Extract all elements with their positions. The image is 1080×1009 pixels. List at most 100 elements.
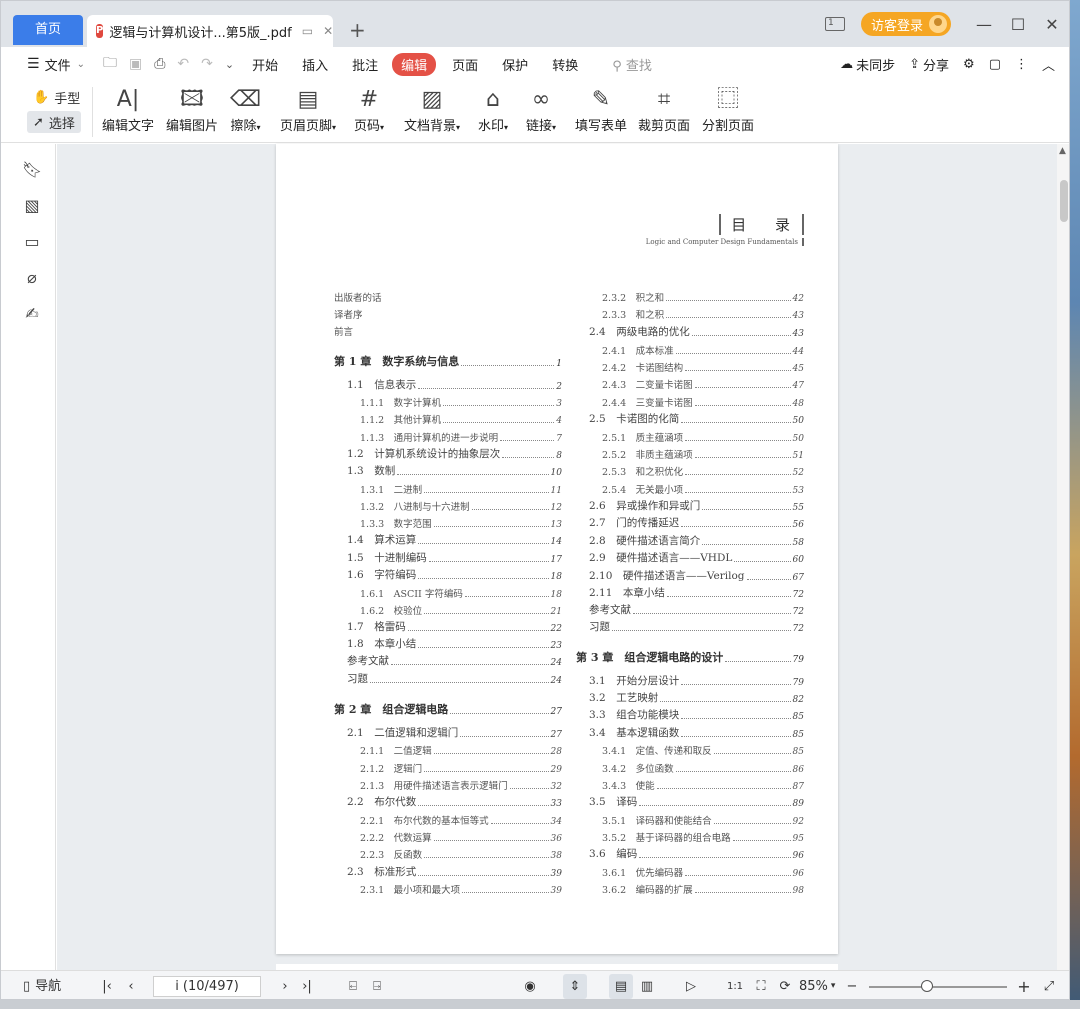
toc-entry[interactable]: 3.5.2 基于译码器的组合电路 95 <box>602 830 804 844</box>
continuous-view-icon[interactable]: ⇕ <box>563 974 587 999</box>
share-icon[interactable]: ⇪ <box>909 57 920 72</box>
toc-entry[interactable]: 3.5.1 译码器和使能结合 92 <box>602 813 804 827</box>
toc-entry[interactable]: 2.8 硬件描述语言简介 58 <box>589 534 804 548</box>
toc-entry[interactable]: 出版者的话 <box>334 290 382 304</box>
menu-insert[interactable]: 插入 <box>302 55 328 74</box>
toc-entry[interactable]: 参考文献 72 <box>589 603 804 617</box>
toc-entry[interactable]: 习题 24 <box>347 672 562 686</box>
menu-annotate[interactable]: 批注 <box>352 55 378 74</box>
toc-entry[interactable]: 1.5 十进制编码 17 <box>347 551 562 565</box>
toc-entry[interactable]: 2.5.4 无关最小项 53 <box>602 482 804 496</box>
toc-entry[interactable]: 1.6.1 ASCII 字符编码 18 <box>360 586 562 600</box>
toc-entry[interactable]: 2.5.3 和之积优化 52 <box>602 464 804 478</box>
toc-entry[interactable]: 1.3 数制 10 <box>347 464 562 478</box>
play-icon[interactable]: ▷ <box>679 971 703 999</box>
thumbnail-icon[interactable]: ▧ <box>21 196 43 218</box>
search-box[interactable]: ⚲ 查找 <box>612 55 652 74</box>
page-number-tool[interactable]: # 页码▾ <box>354 85 384 134</box>
toc-entry[interactable]: 3.4.3 使能 87 <box>602 778 804 792</box>
signature-icon[interactable]: ✍ <box>21 304 43 326</box>
toc-entry[interactable]: 1.2 计算机系统设计的抽象层次 8 <box>347 447 562 461</box>
toc-entry[interactable]: 2.10 硬件描述语言——Verilog 67 <box>589 569 804 583</box>
toc-entry[interactable]: 1.1.3 通用计算机的进一步说明 7 <box>360 430 562 444</box>
settings-icon[interactable]: ⚙ <box>963 57 975 72</box>
toc-entry[interactable]: 2.7 门的传播延迟 56 <box>589 516 804 530</box>
toc-entry[interactable]: 2.6 异或操作和异或门 55 <box>589 499 804 513</box>
open-folder-icon[interactable]: 🗀 <box>103 52 117 76</box>
toc-entry[interactable]: 1.6 字符编码 18 <box>347 568 562 582</box>
bookmark-icon[interactable]: 🔖︎ <box>21 160 43 182</box>
close-tab-icon[interactable]: ✕ <box>323 24 333 38</box>
split-page-tool[interactable]: ⿴分割页面 <box>702 85 754 134</box>
toc-entry[interactable]: 1.1 信息表示 2 <box>347 378 562 392</box>
tab-document[interactable]: P 逻辑与计算机设计...第5版_.pdf ▭ ✕ <box>87 15 333 47</box>
menu-convert[interactable]: 转换 <box>552 55 578 74</box>
toc-entry[interactable]: 前言 <box>334 324 353 338</box>
edit-text-tool[interactable]: A| 编辑文字 <box>102 85 154 134</box>
sync-status[interactable]: 未同步 <box>856 55 895 74</box>
first-page-icon[interactable]: |‹ <box>97 971 117 999</box>
toc-entry[interactable]: 1.7 格雷码 22 <box>347 620 562 634</box>
minimize-button[interactable]: — <box>969 15 999 34</box>
toc-entry[interactable]: 2.4.1 成本标准 44 <box>602 343 804 357</box>
toc-entry[interactable]: 3.5 译码 89 <box>589 795 804 809</box>
toc-entry[interactable]: 第 1 章 数字系统与信息 1 <box>334 355 562 369</box>
save-icon[interactable]: ▣ <box>129 56 142 72</box>
collapse-ribbon-icon[interactable]: ︿ <box>1042 55 1055 74</box>
monitor-icon[interactable]: ▭ <box>302 24 313 38</box>
toc-entry[interactable]: 2.4.2 卡诺图结构 45 <box>602 360 804 374</box>
toc-entry[interactable]: 第 2 章 组合逻辑电路 27 <box>334 703 562 717</box>
toc-entry[interactable]: 3.1 开始分层设计 79 <box>589 674 804 688</box>
toc-entry[interactable]: 1.6.2 校验位 21 <box>360 603 562 617</box>
window-layout-icon[interactable]: 1 <box>824 17 845 31</box>
next-page-icon[interactable]: › <box>275 971 295 999</box>
toc-entry[interactable]: 2.5.1 质主蕴涵项 50 <box>602 430 804 444</box>
login-button[interactable]: 访客登录 <box>860 12 951 36</box>
toc-entry[interactable]: 2.1 二值逻辑和逻辑门 27 <box>347 726 562 740</box>
share-button[interactable]: 分享 <box>923 55 949 74</box>
more-icon[interactable]: ⋮ <box>1015 57 1028 72</box>
toc-entry[interactable]: 2.3 标准形式 39 <box>347 865 562 879</box>
undo-icon[interactable]: ↶ <box>177 56 189 72</box>
hand-tool[interactable]: ✋ 手型 <box>27 87 86 107</box>
toc-entry[interactable]: 3.4 基本逻辑函数 85 <box>589 726 804 740</box>
toc-entry[interactable]: 参考文献 24 <box>347 654 562 668</box>
toc-entry[interactable]: 2.1.2 逻辑门 29 <box>360 761 562 775</box>
zoom-slider[interactable] <box>869 986 1007 988</box>
tab-home[interactable]: 首页 <box>13 15 83 45</box>
toc-entry[interactable]: 1.3.3 数字范围 13 <box>360 516 562 530</box>
zoom-slider-knob[interactable] <box>921 980 933 992</box>
header-footer-tool[interactable]: ▤ 页眉页脚▾ <box>280 85 336 134</box>
comment-icon[interactable]: ▢ <box>989 57 1001 72</box>
toc-entry[interactable]: 2.4 两级电路的优化 43 <box>589 325 804 339</box>
fit-page-icon[interactable]: ⛶ <box>751 971 771 999</box>
new-tab-button[interactable]: + <box>349 19 366 41</box>
toc-entry[interactable]: 2.1.1 二值逻辑 28 <box>360 743 562 757</box>
toc-entry[interactable]: 1.3.1 二进制 11 <box>360 482 562 496</box>
menu-start[interactable]: 开始 <box>252 55 278 74</box>
menu-protect[interactable]: 保护 <box>502 55 528 74</box>
cloud-sync-icon[interactable]: ☁ <box>840 57 853 72</box>
crop-page-tool[interactable]: ⌗ 裁剪页面 <box>638 85 690 134</box>
edit-image-tool[interactable]: 🖾 编辑图片 <box>166 85 218 134</box>
attachment-icon[interactable]: ⌀ <box>21 268 43 290</box>
forward-icon[interactable]: ⍈ <box>367 971 387 999</box>
toc-entry[interactable]: 3.3 组合功能模块 85 <box>589 708 804 722</box>
nav-toggle[interactable]: ▯ 导航 <box>23 971 73 999</box>
toc-entry[interactable]: 1.4 算术运算 14 <box>347 533 562 547</box>
toc-entry[interactable]: 1.1.2 其他计算机 4 <box>360 412 562 426</box>
toc-entry[interactable]: 2.5.2 非质主蕴涵项 51 <box>602 447 804 461</box>
erase-tool[interactable]: ⌫ 擦除▾ <box>230 85 261 134</box>
rotate-icon[interactable]: ⟳ <box>775 971 795 999</box>
maximize-button[interactable]: ☐ <box>1003 15 1033 34</box>
toc-entry[interactable]: 3.6.1 优先编码器 96 <box>602 865 804 879</box>
toc-entry[interactable]: 2.1.3 用硬件描述语言表示逻辑门 32 <box>360 778 562 792</box>
file-menu[interactable]: ☰ 文件 ⌄ <box>27 55 85 74</box>
fullscreen-icon[interactable]: ⤢ <box>1039 971 1059 999</box>
toc-entry[interactable]: 2.3.3 和之积 43 <box>602 307 804 321</box>
toc-entry[interactable]: 2.5 卡诺图的化简 50 <box>589 412 804 426</box>
toc-entry[interactable]: 3.6 编码 96 <box>589 847 804 861</box>
more-chevron-icon[interactable]: ⌄ <box>225 58 234 71</box>
prev-page-icon[interactable]: ‹ <box>121 971 141 999</box>
back-icon[interactable]: ⍇ <box>343 971 363 999</box>
